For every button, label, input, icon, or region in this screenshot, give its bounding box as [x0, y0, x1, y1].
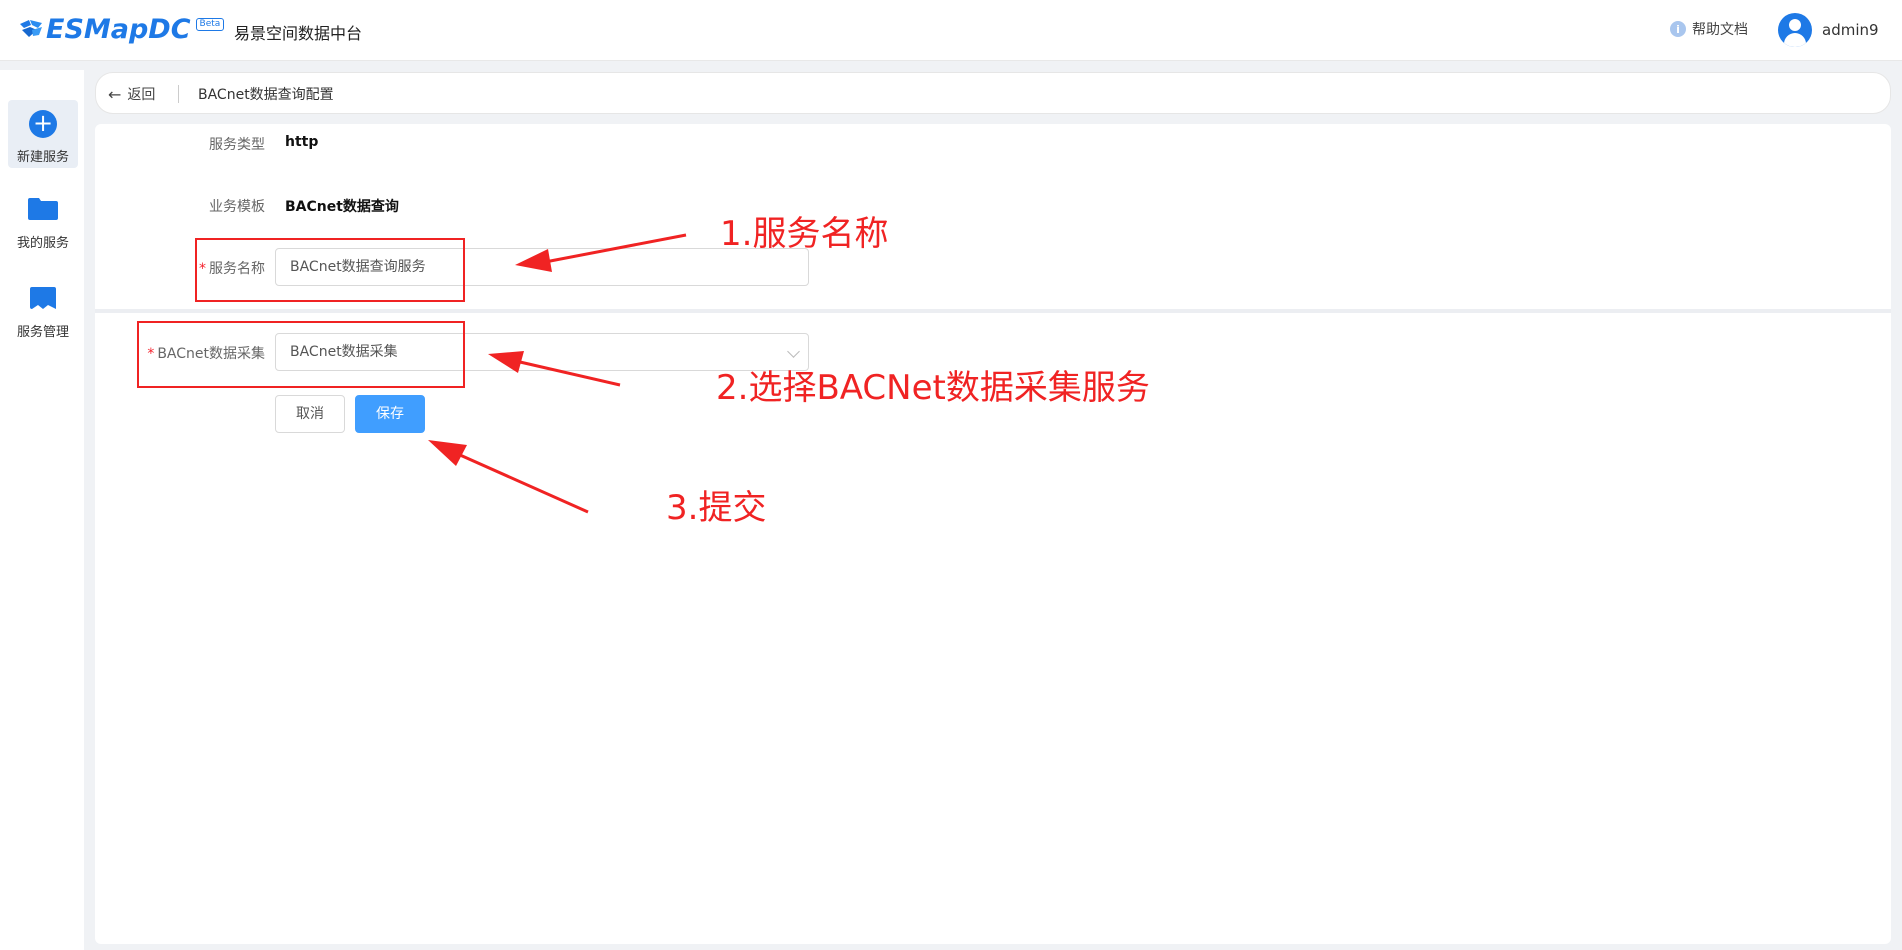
section-divider: [95, 309, 1891, 313]
sidebar-item-my-services[interactable]: 我的服务: [8, 186, 78, 254]
service-type-value: http: [285, 134, 319, 150]
page-title: BACnet数据查询配置: [198, 87, 334, 103]
sidebar-item-label: 我的服务: [16, 236, 69, 251]
user-menu[interactable]: admin9: [1778, 13, 1879, 47]
back-label: 返回: [127, 87, 156, 103]
logo-text: ESMapDC: [46, 13, 191, 45]
sidebar-item-service-management[interactable]: 服务管理: [8, 275, 78, 343]
annotation-box-service-name: [195, 238, 465, 302]
business-template-value: BACnet数据查询: [285, 199, 399, 215]
folder-icon: [28, 198, 58, 220]
username: admin9: [1822, 21, 1879, 39]
logo-mark-icon: [20, 20, 42, 37]
save-button[interactable]: 保存: [355, 395, 425, 433]
beta-badge: Beta: [195, 18, 225, 31]
top-header: ESMapDC Beta 易景空间数据中台 i 帮助文档 admin9: [0, 0, 1902, 61]
annotation-step-2: 2.选择BACNet数据采集服务: [716, 368, 1150, 408]
help-docs-label: 帮助文档: [1692, 22, 1748, 38]
sidebar-item-label: 服务管理: [16, 325, 69, 340]
sidebar-item-new-service[interactable]: + 新建服务: [8, 100, 78, 168]
sidebar: + 新建服务 我的服务 服务管理: [0, 70, 84, 950]
back-button[interactable]: ← 返回: [108, 84, 155, 104]
arrow-left-icon: ←: [108, 84, 122, 104]
service-type-label: 服务类型: [209, 137, 265, 153]
bookmark-icon: [30, 287, 56, 309]
help-docs-link[interactable]: i 帮助文档: [1670, 19, 1748, 39]
annotation-box-bacnet-collect: [137, 321, 465, 388]
sidebar-item-label: 新建服务: [16, 150, 69, 165]
info-icon: i: [1670, 21, 1686, 37]
user-avatar-icon: [1778, 13, 1812, 47]
annotation-step-3: 3.提交: [666, 488, 767, 528]
logo[interactable]: ESMapDC Beta: [18, 13, 225, 45]
breadcrumb: ← 返回 BACnet数据查询配置: [95, 72, 1891, 114]
business-template-label: 业务模板: [209, 199, 265, 215]
plus-circle-icon: +: [29, 110, 57, 138]
annotation-step-1: 1.服务名称: [720, 214, 889, 254]
breadcrumb-separator: [178, 85, 179, 103]
cancel-button[interactable]: 取消: [275, 395, 345, 433]
platform-name: 易景空间数据中台: [234, 24, 363, 43]
chevron-down-icon: [787, 345, 800, 358]
